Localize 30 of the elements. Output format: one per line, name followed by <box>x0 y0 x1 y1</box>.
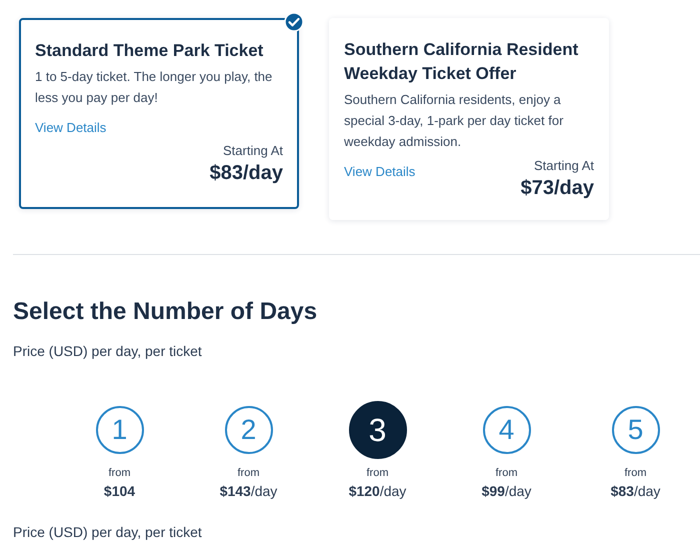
ticket-title: Standard Theme Park Ticket <box>35 40 264 62</box>
from-label: from <box>496 467 518 479</box>
day-price: $83/day <box>610 483 660 499</box>
day-price: $120/day <box>348 483 406 499</box>
price-label: Starting At <box>223 143 283 158</box>
day-option[interactable]: 1 <box>96 406 144 454</box>
from-label: from <box>366 467 388 479</box>
section-heading: Select the Number of Days <box>13 298 318 326</box>
from-label: from <box>108 467 130 479</box>
day-option[interactable]: 5 <box>612 406 660 454</box>
day-price: $104 <box>104 483 136 499</box>
day-option[interactable]: 2 <box>224 406 272 454</box>
day-option[interactable]: 3 <box>348 401 406 459</box>
ticket-description: Southern California residents, enjoy a special 3-day, 1-park per day ticket for weekday admission. <box>344 91 564 151</box>
from-label: from <box>238 467 260 479</box>
ticket-title: Southern California Resident Weekday Ticket Offer <box>344 39 580 85</box>
ticket-price: $73/day <box>520 177 594 200</box>
price-label: Starting At <box>534 158 594 173</box>
price-note: Price (USD) per day, per ticket <box>13 524 203 540</box>
checkmark-icon <box>284 12 304 32</box>
day-option[interactable]: 4 <box>482 406 530 454</box>
ticket-price: $83/day <box>210 162 283 185</box>
price-note: Price (USD) per day, per ticket <box>13 343 203 359</box>
view-details-link[interactable]: View Details <box>35 120 106 135</box>
from-label: from <box>624 467 646 479</box>
ticket-card[interactable]: Southern California Resident Weekday Ticket Offer Southern California residents, enjoy a special 3-day, 1-park per day ticket for weekday admission. View Details Starting At $73/day <box>329 18 609 220</box>
day-price: $143/day <box>220 483 278 499</box>
day-price: $99/day <box>482 483 532 499</box>
view-details-link[interactable]: View Details <box>344 164 416 179</box>
ticket-description: 1 to 5-day ticket. The longer you play, the less you pay per day! <box>35 68 274 107</box>
